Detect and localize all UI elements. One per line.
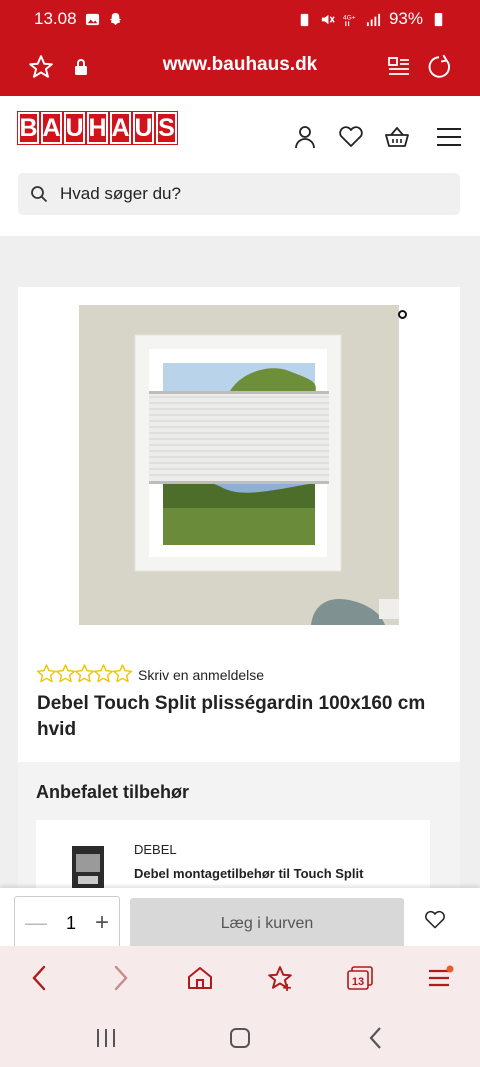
tab-count: 13 (352, 976, 364, 988)
logo-letter: H (86, 111, 109, 145)
gallery-icon (85, 13, 99, 25)
reload-icon[interactable] (424, 52, 454, 82)
back-arrow-icon[interactable] (22, 961, 56, 995)
browser-menu-icon[interactable] (423, 961, 457, 995)
logo-letter: S (155, 111, 178, 145)
accessory-name[interactable]: Debel montagetilbehør til Touch Split (134, 866, 394, 881)
increase-quantity-button[interactable]: + (95, 909, 109, 937)
decrease-quantity-button[interactable]: — (25, 910, 47, 936)
system-nav-bar (0, 1008, 480, 1067)
product-card: Skriv en anmeldelse Debel Touch Split pl… (18, 287, 460, 762)
search-icon (31, 186, 48, 203)
recommended-accessories: Anbefalet tilbehør DEBEL Debel montageti… (18, 762, 460, 900)
status-time: 13.08 (34, 9, 77, 28)
tabs-icon[interactable]: 13 (343, 961, 377, 995)
quantity-stepper: — 1 + (14, 896, 120, 950)
reader-mode-icon[interactable] (384, 52, 414, 82)
star-icon (37, 664, 132, 683)
battery-saver-icon (300, 13, 309, 26)
rating-stars[interactable] (37, 664, 133, 684)
buy-bar: — 1 + Læg i kurven (0, 888, 480, 950)
recent-apps-icon[interactable] (92, 1024, 120, 1052)
browser-bottom-nav: 13 (0, 946, 480, 1008)
logo-letter: A (109, 111, 132, 145)
logo-letter: U (63, 111, 86, 145)
snapchat-icon (109, 12, 121, 25)
search-placeholder: Hvad søger du? (60, 184, 181, 203)
write-review-link[interactable]: Skriv en anmeldelse (138, 667, 264, 683)
image-indicator-dot[interactable] (398, 310, 407, 319)
home-button-icon[interactable] (226, 1024, 254, 1052)
bauhaus-logo[interactable]: B A U H A U S (17, 111, 178, 145)
basket-icon[interactable] (382, 122, 412, 152)
add-to-cart-button[interactable]: Læg i kurven (130, 898, 404, 950)
home-icon[interactable] (183, 961, 217, 995)
signal-icon (366, 13, 381, 26)
status-bar: 13.08 4G+ 93% (0, 0, 480, 38)
product-image[interactable] (79, 305, 399, 625)
logo-letter: B (17, 111, 40, 145)
account-icon[interactable] (290, 122, 320, 152)
accessory-brand: DEBEL (134, 842, 177, 857)
logo-letter: A (40, 111, 63, 145)
search-input[interactable]: Hvad søger du? (18, 173, 460, 215)
battery-icon (434, 12, 443, 26)
network-4g-icon: 4G+ (343, 14, 356, 26)
site-header: B A U H A U S Hvad søger du? (0, 96, 480, 236)
mute-icon (321, 14, 335, 24)
battery-level: 93% (388, 9, 423, 28)
add-to-wishlist-heart-icon[interactable] (424, 910, 454, 940)
product-title: Debel Touch Split plisségardin 100x160 c… (37, 693, 426, 740)
forward-arrow-icon[interactable] (104, 961, 138, 995)
wishlist-heart-icon[interactable] (336, 122, 366, 152)
svg-text:4G+: 4G+ (343, 14, 356, 21)
system-back-icon[interactable] (362, 1024, 390, 1052)
menu-hamburger-icon[interactable] (434, 122, 464, 152)
logo-letter: U (132, 111, 155, 145)
accessories-heading: Anbefalet tilbehør (36, 782, 190, 802)
browser-url-bar: www.bauhaus.dk (0, 38, 480, 96)
accessory-thumbnail (72, 846, 104, 890)
quantity-value[interactable]: 1 (66, 913, 76, 934)
bookmarks-star-icon[interactable] (263, 961, 297, 995)
